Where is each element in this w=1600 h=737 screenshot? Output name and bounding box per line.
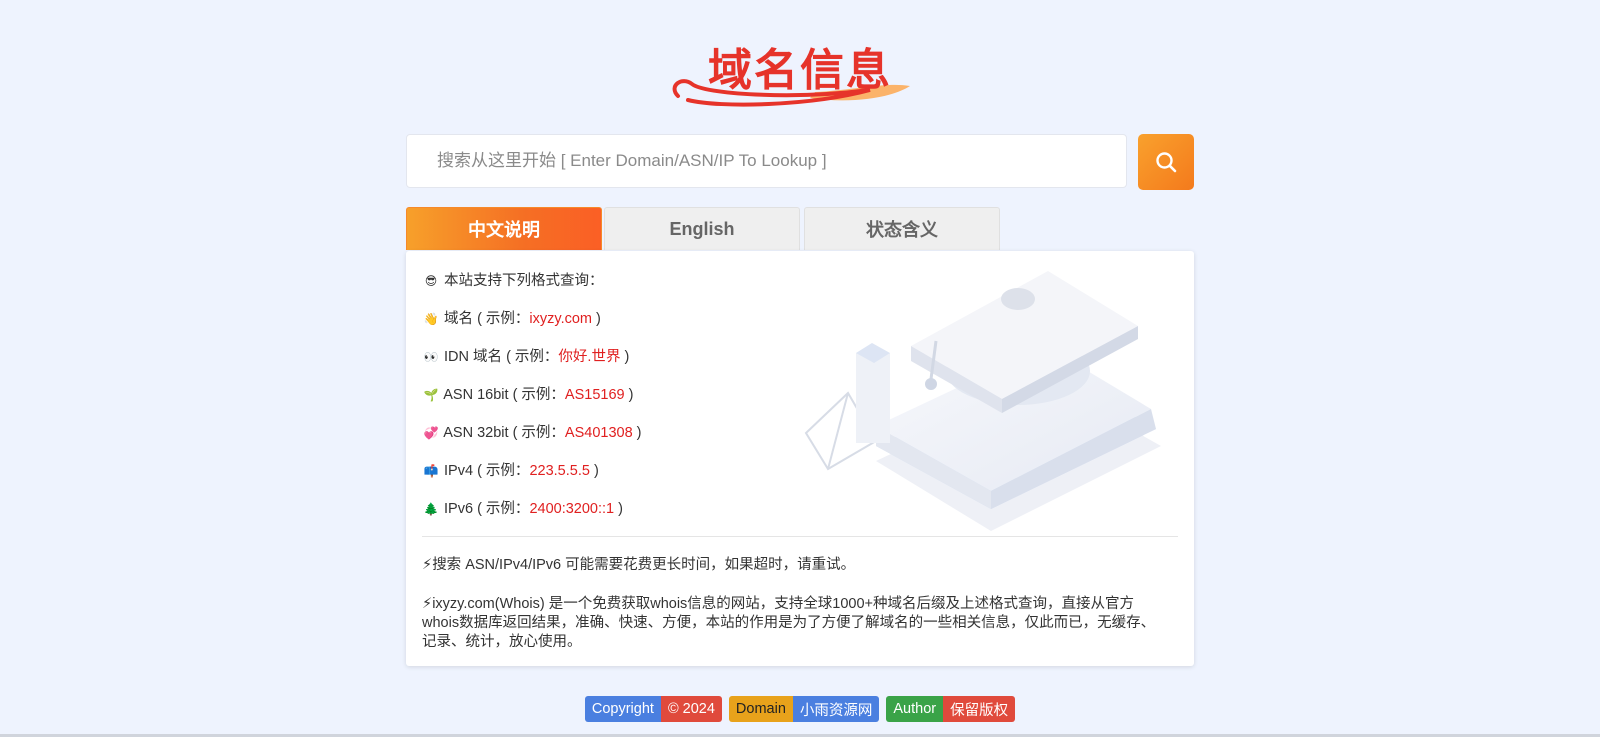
example-value: AS401308 xyxy=(564,425,633,441)
example-value: 2400:3200::1 xyxy=(529,501,615,517)
format-list: 😎 本站支持下列格式查询： 👋 域名 ( 示例：ixyzy.com ) 👀 ID… xyxy=(422,269,642,535)
example-suffix: ) xyxy=(614,501,623,517)
example-prefix: ( 示例： xyxy=(477,463,530,479)
format-label: ASN 32bit xyxy=(443,425,509,441)
example-prefix: ( 示例： xyxy=(477,501,530,517)
tree-icon: 🌲 xyxy=(423,502,439,516)
example-prefix: ( 示例： xyxy=(477,311,530,327)
info-panel: 😎 本站支持下列格式查询： 👋 域名 ( 示例：ixyzy.com ) 👀 ID… xyxy=(406,251,1194,666)
footer-badges: Copyright © 2024 Domain 小雨资源网 Author 保留版… xyxy=(0,696,1600,722)
search-input[interactable] xyxy=(406,134,1127,188)
copyright-badge[interactable]: Copyright © 2024 xyxy=(584,696,722,722)
tab-status[interactable]: 状态含义 xyxy=(804,207,1000,250)
example-suffix: ) xyxy=(589,463,599,479)
example-suffix: ) xyxy=(632,425,642,441)
tab-chinese[interactable]: 中文说明 xyxy=(406,207,602,250)
logo-text: 域名信息 xyxy=(708,45,892,96)
example-suffix: ) xyxy=(592,311,601,327)
badge-left: Author xyxy=(886,696,944,722)
site-logo[interactable]: 域名信息 xyxy=(670,30,920,110)
example-prefix: ( 示例： xyxy=(512,387,565,403)
example-suffix: ) xyxy=(624,387,634,403)
divider xyxy=(422,536,1178,537)
lightning-icon: ⚡ xyxy=(422,557,433,573)
note-text: 搜索 ASN/IPv4/IPv6 可能需要花费更长时间，如果超时，请重试。 xyxy=(432,557,856,573)
badge-left: Copyright xyxy=(584,696,661,722)
badge-right: © 2024 xyxy=(660,696,722,722)
format-label: IPv4 xyxy=(444,463,474,479)
intro-line: 😎 本站支持下列格式查询： xyxy=(422,269,642,307)
list-item: 🌱 ASN 16bit ( 示例：AS15169 ) xyxy=(422,383,642,421)
hearts-icon: 💞 xyxy=(423,426,439,440)
badge-right: 保留版权 xyxy=(943,696,1016,722)
note-text: ixyzy.com(Whois) 是一个免费获取whois信息的网站，支持全球1… xyxy=(422,596,1156,650)
list-item: 👋 域名 ( 示例：ixyzy.com ) xyxy=(422,307,642,345)
example-value: 你好.世界 xyxy=(558,349,621,365)
list-item: 💞 ASN 32bit ( 示例：AS401308 ) xyxy=(422,421,642,459)
list-item: 👀 IDN 域名 ( 示例：你好.世界 ) xyxy=(422,345,642,383)
format-label: IDN 域名 xyxy=(444,349,503,365)
lightning-icon: ⚡ xyxy=(422,596,433,612)
mailbox-icon: 📫 xyxy=(423,464,439,478)
seedling-icon: 🌱 xyxy=(423,388,439,402)
badge-right: 小雨资源网 xyxy=(792,696,880,722)
search-button[interactable] xyxy=(1138,134,1194,190)
badge-left: Domain xyxy=(728,696,793,722)
author-badge[interactable]: Author 保留版权 xyxy=(886,696,1016,722)
example-prefix: ( 示例： xyxy=(512,425,565,441)
search-icon xyxy=(1156,152,1177,173)
format-label: 域名 xyxy=(444,311,474,327)
domain-badge[interactable]: Domain 小雨资源网 xyxy=(728,696,880,722)
sunglasses-icon: 😎 xyxy=(424,274,438,288)
eyes-icon: 👀 xyxy=(423,350,439,364)
about-note: ⚡ixyzy.com(Whois) 是一个免费获取whois信息的网站，支持全球… xyxy=(422,595,1162,652)
waving-hand-icon: 👋 xyxy=(423,312,439,326)
list-item: 🌲 IPv6 ( 示例：2400:3200::1 ) xyxy=(422,497,642,535)
timeout-note: ⚡搜索 ASN/IPv4/IPv6 可能需要花费更长时间，如果超时，请重试。 xyxy=(422,556,1162,575)
example-prefix: ( 示例： xyxy=(506,349,559,365)
format-label: IPv6 xyxy=(444,501,474,517)
example-suffix: ) xyxy=(620,349,630,365)
example-value: 223.5.5.5 xyxy=(529,463,590,479)
tab-english[interactable]: English xyxy=(604,207,800,250)
intro-text: 本站支持下列格式查询： xyxy=(444,273,604,289)
example-value: AS15169 xyxy=(564,387,625,403)
example-value: ixyzy.com xyxy=(529,311,592,327)
format-label: ASN 16bit xyxy=(443,387,509,403)
list-item: 📫 IPv4 ( 示例：223.5.5.5 ) xyxy=(422,459,642,497)
graduation-cap-illustration xyxy=(804,271,1161,531)
